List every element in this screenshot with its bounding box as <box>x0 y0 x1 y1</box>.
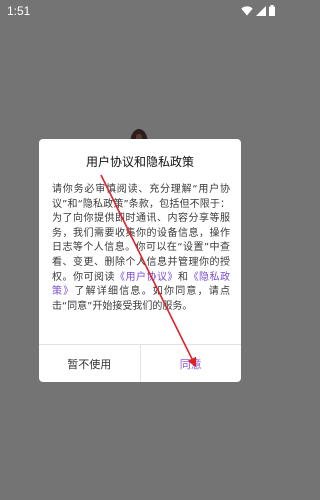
battery-icon <box>269 5 275 16</box>
body-text-part1: 请你务必审慎阅读、充分理解“用户协议”和“隐私政策”条款，包括但不限于：为了向你… <box>52 184 230 283</box>
status-bar: 1:51 <box>0 0 281 22</box>
dialog-body: 请你务必审慎阅读、充分理解“用户协议”和“隐私政策”条款，包括但不限于：为了向你… <box>52 183 230 314</box>
dialog-title: 用户协议和隐私政策 <box>85 155 194 169</box>
body-text-and: 和 <box>178 271 189 283</box>
agree-button[interactable]: 同意 <box>141 345 242 382</box>
signal-icon <box>256 5 266 16</box>
privacy-dialog: 用户协议和隐私政策 请你务必审慎阅读、充分理解“用户协议”和“隐私政策”条款，包… <box>39 139 241 382</box>
body-text-part2: 了解详细信息。如你同意，请点击“同意”开始接受我们的服务。 <box>52 286 231 312</box>
status-icons <box>241 5 275 16</box>
decline-button[interactable]: 暂不使用 <box>39 345 141 382</box>
user-agreement-link[interactable]: 《用户协议》 <box>115 272 178 283</box>
dialog-footer: 暂不使用 同意 <box>39 344 241 382</box>
status-time: 1:51 <box>7 4 31 18</box>
wifi-icon <box>241 5 253 15</box>
